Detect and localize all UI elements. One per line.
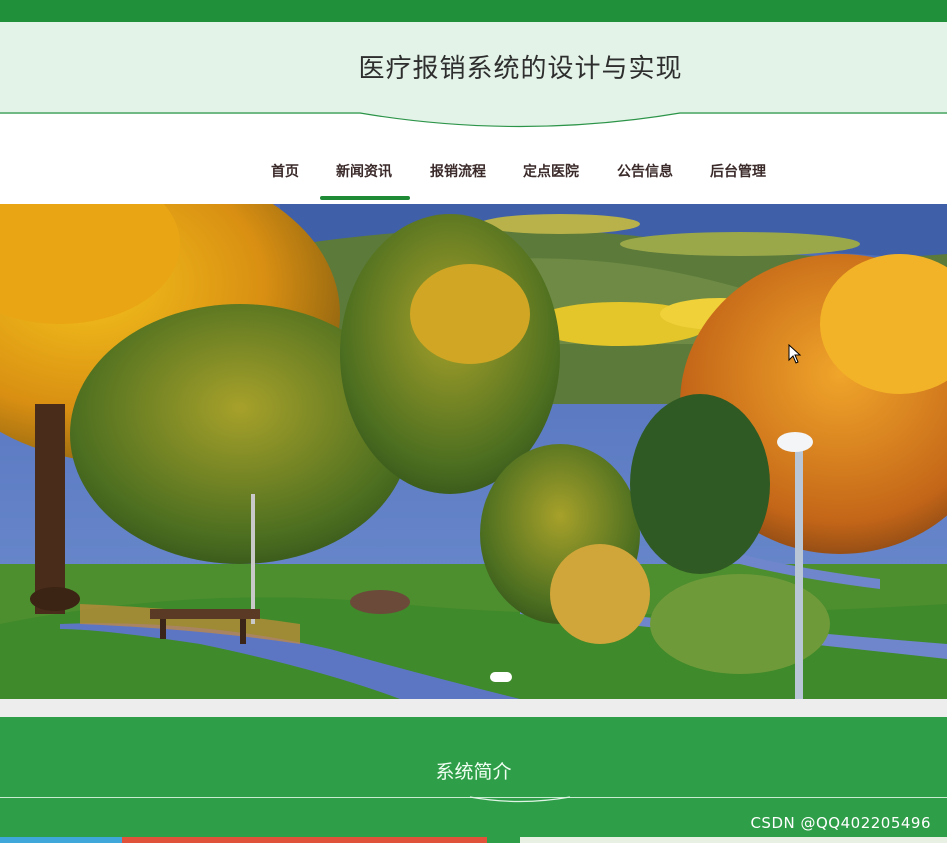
nav-item-admin[interactable]: 后台管理 <box>710 158 766 186</box>
nav-item-news[interactable]: 新闻资讯 <box>336 158 392 186</box>
section-gap <box>0 699 947 717</box>
bottom-strip-blue <box>0 837 122 843</box>
nav-item-designated-hospitals[interactable]: 定点医院 <box>523 158 579 186</box>
nav-item-home[interactable]: 首页 <box>271 158 299 186</box>
header-wave-decoration <box>0 100 947 128</box>
intro-wave-decoration <box>469 796 571 803</box>
nav-active-indicator <box>320 196 410 200</box>
nav-item-reimbursement-process[interactable]: 报销流程 <box>430 158 486 186</box>
top-accent-bar <box>0 0 947 22</box>
bottom-strip-green <box>487 837 520 843</box>
banner-carousel[interactable] <box>0 204 947 699</box>
banner-image <box>0 204 947 699</box>
bottom-strip-light <box>520 837 947 843</box>
site-title: 医疗报销系统的设计与实现 <box>358 54 683 84</box>
main-nav: 首页 新闻资讯 报销流程 定点医院 公告信息 后台管理 <box>0 158 947 188</box>
intro-section-title: 系统简介 <box>435 761 512 783</box>
mouse-cursor-icon <box>788 344 802 364</box>
nav-item-announcements[interactable]: 公告信息 <box>617 158 673 186</box>
carousel-dot[interactable] <box>490 672 512 682</box>
bottom-strip-red <box>122 837 487 843</box>
watermark-text: CSDN @QQ402205496 <box>750 814 931 832</box>
